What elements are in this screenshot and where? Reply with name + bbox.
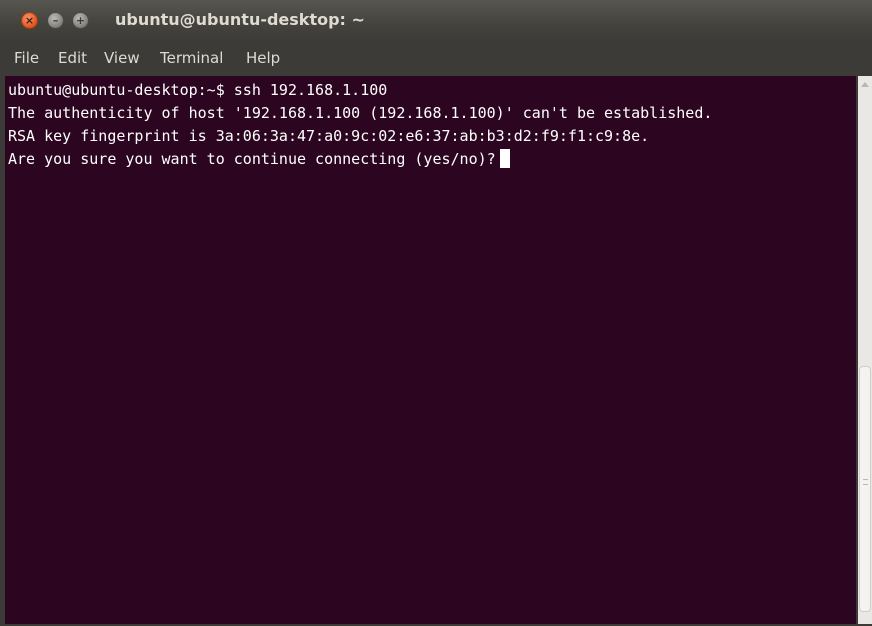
minimize-button[interactable]: –	[47, 12, 64, 29]
confirm-prompt-line: Are you sure you want to continue connec…	[8, 150, 496, 168]
maximize-icon: +	[75, 14, 86, 27]
close-icon: ×	[24, 14, 35, 27]
title-bar[interactable]: × – + ubuntu@ubuntu-desktop: ~	[0, 0, 872, 42]
close-button[interactable]: ×	[21, 12, 38, 29]
minimize-icon: –	[52, 14, 59, 27]
menu-terminal[interactable]: Terminal	[160, 49, 223, 67]
terminal-window: × – + ubuntu@ubuntu-desktop: ~ File Edit…	[0, 0, 872, 626]
menu-help[interactable]: Help	[246, 49, 280, 67]
fingerprint-line: RSA key fingerprint is 3a:06:3a:47:a0:9c…	[8, 127, 650, 145]
scroll-up-arrow-icon[interactable]	[861, 82, 869, 87]
terminal-line: ubuntu@ubuntu-desktop:~$ ssh 192.168.1.1…	[8, 79, 387, 102]
text-cursor	[499, 149, 510, 168]
vertical-scrollbar[interactable]	[858, 76, 872, 624]
authenticity-warning-line: The authenticity of host '192.168.1.100 …	[8, 104, 713, 122]
terminal-line: The authenticity of host '192.168.1.100 …	[8, 102, 712, 125]
window-title: ubuntu@ubuntu-desktop: ~	[115, 10, 365, 29]
menu-bar: File Edit View Terminal Help	[0, 42, 872, 76]
maximize-button[interactable]: +	[72, 12, 89, 29]
grip-icon	[863, 479, 868, 485]
menu-file[interactable]: File	[14, 49, 39, 67]
menu-edit[interactable]: Edit	[58, 49, 87, 67]
terminal-line: RSA key fingerprint is 3a:06:3a:47:a0:9c…	[8, 125, 649, 148]
terminal-line: Are you sure you want to continue connec…	[8, 148, 510, 171]
menu-view[interactable]: View	[104, 49, 140, 67]
scrollbar-thumb[interactable]	[859, 366, 871, 612]
terminal-output-area[interactable]: ubuntu@ubuntu-desktop:~$ ssh 192.168.1.1…	[5, 76, 856, 624]
command-prompt-line: ubuntu@ubuntu-desktop:~$ ssh 192.168.1.1…	[8, 81, 388, 99]
